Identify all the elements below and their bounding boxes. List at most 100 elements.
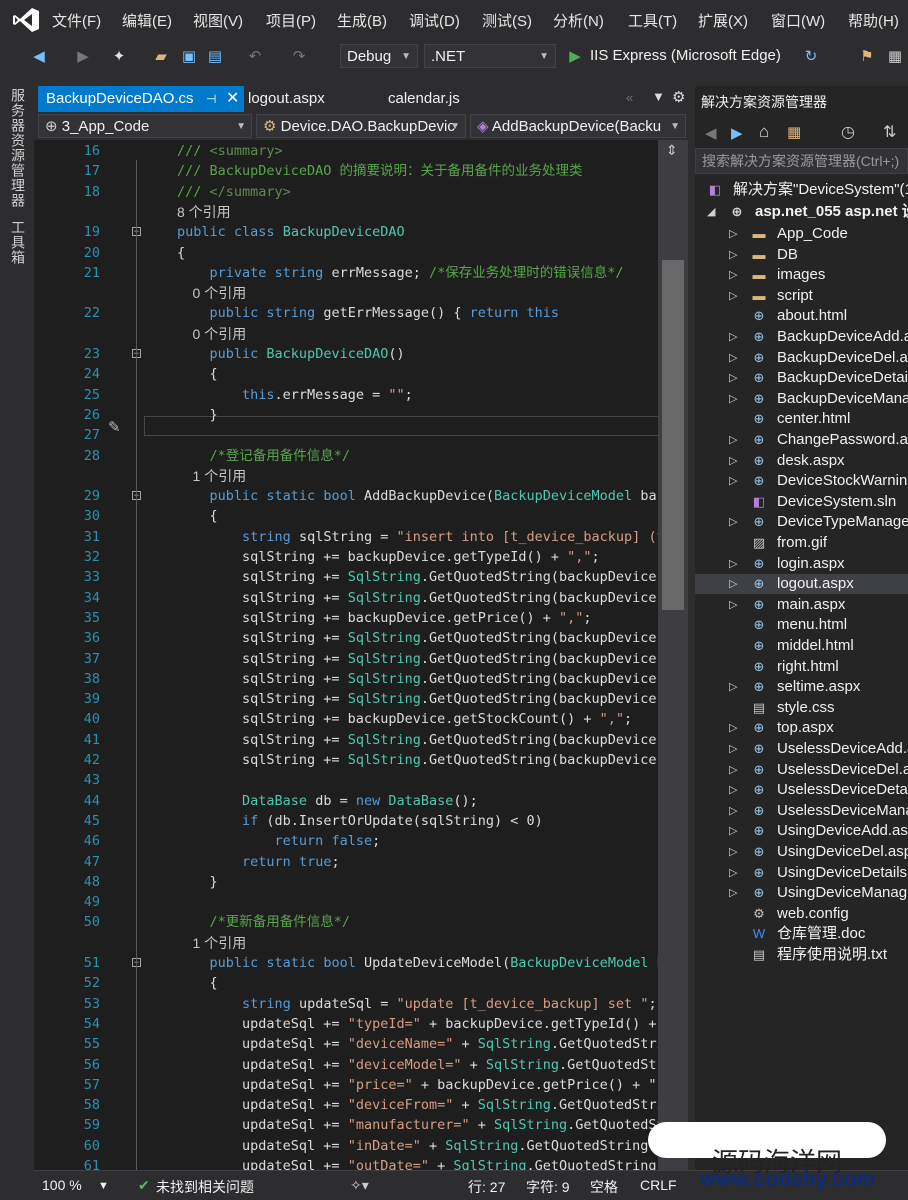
menu-item[interactable]: 文件(F)	[52, 10, 101, 31]
menu-item[interactable]: 帮助(H)	[848, 10, 899, 31]
tree-item[interactable]: ▷ ⊕ main.aspx	[695, 595, 908, 615]
tree-item[interactable]: ▤ 程序使用说明.txt	[695, 945, 908, 965]
tree-item[interactable]: ▨ from.gif	[695, 533, 908, 553]
save-icon[interactable]: ▣	[180, 48, 198, 66]
sync-icon[interactable]: ⇅	[883, 122, 896, 142]
menu-item[interactable]: 生成(B)	[337, 10, 387, 31]
tree-item[interactable]: ⊕ about.html	[695, 306, 908, 326]
expand-icon[interactable]: ▷	[729, 574, 737, 594]
tree-item[interactable]: ▷ ⊕ UselessDeviceMana	[695, 801, 908, 821]
tree-item[interactable]: ▷ ⊕ seltime.aspx	[695, 677, 908, 697]
menu-item[interactable]: 扩展(X)	[698, 10, 748, 31]
pin-icon[interactable]: ⊣	[206, 86, 216, 112]
tab-calendar[interactable]: calendar.js	[380, 86, 500, 112]
switch-views-icon[interactable]: ▦	[787, 123, 801, 141]
expand-icon[interactable]: ▷	[729, 245, 737, 265]
code-editor[interactable]: 16 /// <summary> 17 /// BackupDeviceDAO 的摘要…	[34, 140, 658, 1170]
tree-item[interactable]: W 仓库管理.doc	[695, 924, 908, 944]
tree-item[interactable]: ▷ ▬ images	[695, 265, 908, 285]
gear-icon[interactable]: ⚙	[672, 88, 685, 106]
new-item-icon[interactable]: ✦	[110, 48, 128, 66]
tree-item[interactable]: ▷ ⊕ UselessDeviceDel.a	[695, 760, 908, 780]
quick-actions-icon[interactable]: ✎	[108, 418, 121, 436]
tree-item[interactable]: ▷ ⊕ BackupDeviceMana	[695, 389, 908, 409]
menu-item[interactable]: 调试(D)	[409, 10, 460, 31]
tree-item[interactable]: ▷ ⊕ BackupDeviceDetai	[695, 368, 908, 388]
save-all-icon[interactable]: ▤	[206, 48, 224, 66]
expand-icon[interactable]: ▷	[729, 883, 737, 903]
tab-backupdevicedao[interactable]: BackupDeviceDAO.cs ⊣ ✕	[38, 86, 244, 112]
back-icon[interactable]: ◀	[30, 48, 48, 66]
expand-icon[interactable]: ▷	[729, 348, 737, 368]
tree-item[interactable]: ▷ ⊕ login.aspx	[695, 554, 908, 574]
tree-item[interactable]: ⊕ middel.html	[695, 636, 908, 656]
chevron-down-icon[interactable]: ▼	[98, 1180, 109, 1192]
expand-icon[interactable]: ▷	[729, 368, 737, 388]
start-debug-icon[interactable]: ▶	[566, 48, 584, 66]
expand-icon[interactable]: ▷	[729, 842, 737, 862]
tree-item[interactable]: ▷ ⊕ UsingDeviceDetails	[695, 863, 908, 883]
configuration-select[interactable]: Debug ▼	[340, 44, 418, 68]
expand-icon[interactable]: ▷	[729, 265, 737, 285]
tree-item[interactable]: ▷ ⊕ BackupDeviceAdd.a	[695, 327, 908, 347]
menu-item[interactable]: 工具(T)	[628, 10, 677, 31]
tree-item[interactable]: ▷ ▬ script	[695, 286, 908, 306]
tree-item[interactable]: ▷ ⊕ ChangePassword.as	[695, 430, 908, 450]
code-cleanup-icon[interactable]: ✧▾	[350, 1177, 369, 1194]
whitespace-indicator[interactable]: 空格	[590, 1177, 618, 1197]
expand-icon[interactable]: ▷	[729, 224, 737, 244]
undo-icon[interactable]: ↶	[246, 48, 264, 66]
expand-icon[interactable]: ▷	[729, 430, 737, 450]
menu-item[interactable]: 窗口(W)	[771, 10, 825, 31]
open-folder-icon[interactable]: ▰	[152, 48, 170, 66]
scrollbar-thumb[interactable]	[662, 260, 684, 610]
server-explorer-tab[interactable]: 服务器资源管理器	[8, 88, 28, 208]
tree-item[interactable]: ⊕ menu.html	[695, 615, 908, 635]
expand-icon[interactable]: ▷	[729, 760, 737, 780]
menu-item[interactable]: 视图(V)	[193, 10, 243, 31]
expand-icon[interactable]: ▷	[729, 677, 737, 697]
split-icon[interactable]: ⇕	[666, 142, 678, 159]
pending-changes-icon[interactable]: ◷	[841, 122, 855, 142]
redo-icon[interactable]: ↷	[290, 48, 308, 66]
run-target-label[interactable]: IIS Express (Microsoft Edge)	[590, 47, 781, 64]
tree-item[interactable]: ▷ ⊕ BackupDeviceDel.a	[695, 348, 908, 368]
tree-item[interactable]: ◧ DeviceSystem.sln	[695, 492, 908, 512]
solution-search-input[interactable]: 搜索解决方案资源管理器(Ctrl+;)	[695, 148, 908, 174]
codelens-reference[interactable]: 0 个引用	[177, 324, 247, 344]
expand-icon[interactable]: ▷	[729, 554, 737, 574]
tree-item[interactable]: ▷ ⊕ UsingDeviceAdd.as	[695, 821, 908, 841]
expand-icon[interactable]: ▷	[729, 389, 737, 409]
expanded-icon[interactable]: ◢	[707, 202, 715, 222]
expand-icon[interactable]: ▷	[729, 451, 737, 471]
home-icon[interactable]: ⌂	[759, 122, 769, 142]
eol-indicator[interactable]: CRLF	[640, 1177, 677, 1193]
expand-icon[interactable]: ▷	[729, 718, 737, 738]
tree-item[interactable]: ▷ ⊕ DeviceTypeManage	[695, 512, 908, 532]
refresh-icon[interactable]: ↻	[802, 48, 820, 66]
expand-icon[interactable]: ▷	[729, 595, 737, 615]
zoom-level[interactable]: 100 %	[42, 1177, 82, 1193]
issues-status[interactable]: 未找到相关问题	[156, 1177, 254, 1197]
platform-select[interactable]: .NET ▼	[424, 44, 556, 68]
tree-item[interactable]: ⊕ right.html	[695, 657, 908, 677]
expand-icon[interactable]: ▷	[729, 286, 737, 306]
tree-item[interactable]: ▷ ⊕ logout.aspx	[695, 574, 908, 595]
tree-item[interactable]: ⚙ web.config	[695, 904, 908, 924]
expand-icon[interactable]: ▷	[729, 780, 737, 800]
expand-icon[interactable]: ▷	[729, 512, 737, 532]
menu-item[interactable]: 分析(N)	[553, 10, 604, 31]
tree-item[interactable]: ⊕ center.html	[695, 409, 908, 429]
back-icon[interactable]: ◀	[705, 124, 717, 142]
tree-item[interactable]: ▷ ▬ App_Code	[695, 224, 908, 244]
tree-item[interactable]: ▷ ▬ DB	[695, 245, 908, 265]
tree-item[interactable]: ▷ ⊕ desk.aspx	[695, 451, 908, 471]
tree-item[interactable]: ▷ ⊕ UsingDeviceDel.asp	[695, 842, 908, 862]
class-select[interactable]: ⚙ Device.DAO.BackupDevic ▼	[256, 114, 466, 138]
forward-icon[interactable]: ▶	[731, 124, 743, 142]
forward-icon[interactable]: ▶	[74, 48, 92, 66]
expand-icon[interactable]: ▷	[729, 821, 737, 841]
toolbox-tab[interactable]: 工具箱	[8, 220, 28, 265]
expand-icon[interactable]: ▷	[729, 863, 737, 883]
expand-icon[interactable]: ▷	[729, 801, 737, 821]
